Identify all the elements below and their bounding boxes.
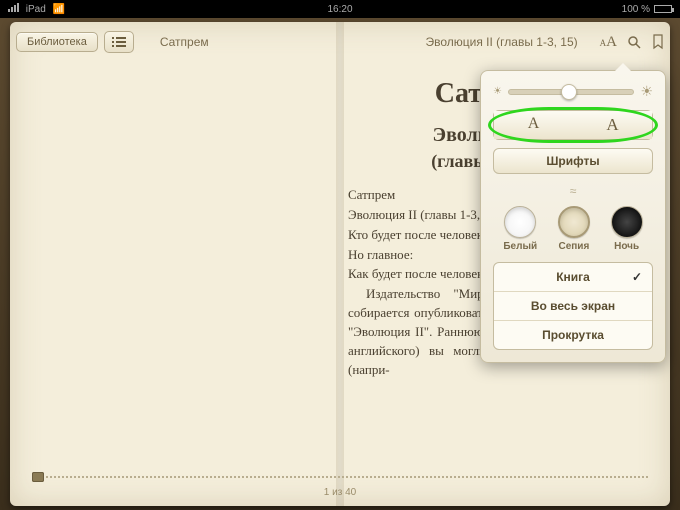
status-bar: iPad 📶 16:20 100 %: [0, 0, 680, 18]
library-button[interactable]: Библиотека: [16, 32, 98, 52]
battery-percent-label: 100 %: [622, 4, 650, 15]
book-title-label: Сатпрем: [160, 35, 209, 49]
search-icon: [627, 35, 642, 50]
font-smaller-button[interactable]: A: [494, 111, 573, 139]
list-icon: [112, 36, 126, 48]
slider-track[interactable]: [508, 89, 634, 95]
toolbar: Библиотека Сатпрем Эволюция II (главы 1-…: [16, 28, 664, 56]
appearance-button[interactable]: AA: [600, 33, 617, 51]
divider-ornament-icon: ≈: [493, 184, 653, 198]
bookmark-button[interactable]: [652, 34, 664, 50]
carrier-label: iPad: [26, 4, 46, 15]
theme-sepia-swatch: [558, 206, 590, 238]
theme-sepia[interactable]: Сепия: [558, 206, 590, 252]
checkmark-icon: ✓: [632, 270, 642, 284]
theme-night[interactable]: Ночь: [611, 206, 643, 252]
clock: 16:20: [327, 4, 352, 15]
search-button[interactable]: [627, 35, 642, 50]
layout-scroll-option[interactable]: Прокрутка: [494, 321, 652, 349]
toc-button[interactable]: [104, 31, 134, 53]
page-counter: 1 из 40: [10, 487, 670, 498]
appearance-popover: ☀ ☀ A A Шрифты ≈ Белый Сепия Ночь: [480, 70, 666, 363]
progress-dots: [46, 476, 648, 478]
fonts-button[interactable]: Шрифты: [493, 148, 653, 174]
theme-white[interactable]: Белый: [503, 206, 537, 252]
layout-fullscreen-option[interactable]: Во весь экран: [494, 292, 652, 321]
theme-night-swatch: [611, 206, 643, 238]
layout-book-label: Книга: [556, 270, 590, 284]
theme-sepia-label: Сепия: [558, 241, 590, 252]
chapter-title-label: Эволюция II (главы 1-3, 15): [425, 35, 577, 49]
bookmark-icon: [652, 34, 664, 50]
theme-white-label: Белый: [503, 241, 537, 252]
theme-night-label: Ночь: [611, 241, 643, 252]
sun-large-icon: ☀: [640, 83, 653, 100]
progress-bar[interactable]: [32, 472, 648, 482]
brightness-slider[interactable]: ☀ ☀: [493, 83, 653, 100]
layout-book-option[interactable]: Книга ✓: [494, 263, 652, 292]
layout-mode-list: Книга ✓ Во весь экран Прокрутка: [493, 262, 653, 350]
font-size-control: A A: [493, 110, 653, 140]
signal-bars-icon: [8, 3, 19, 12]
slider-thumb[interactable]: [561, 84, 577, 100]
desk-background: Библиотека Сатпрем Эволюция II (главы 1-…: [0, 18, 680, 510]
page-marker-icon[interactable]: [32, 472, 44, 482]
theme-picker: Белый Сепия Ночь: [493, 206, 653, 252]
theme-white-swatch: [504, 206, 536, 238]
sun-small-icon: ☀: [493, 86, 502, 97]
battery-icon: [654, 5, 672, 13]
font-larger-button[interactable]: A: [573, 111, 652, 139]
